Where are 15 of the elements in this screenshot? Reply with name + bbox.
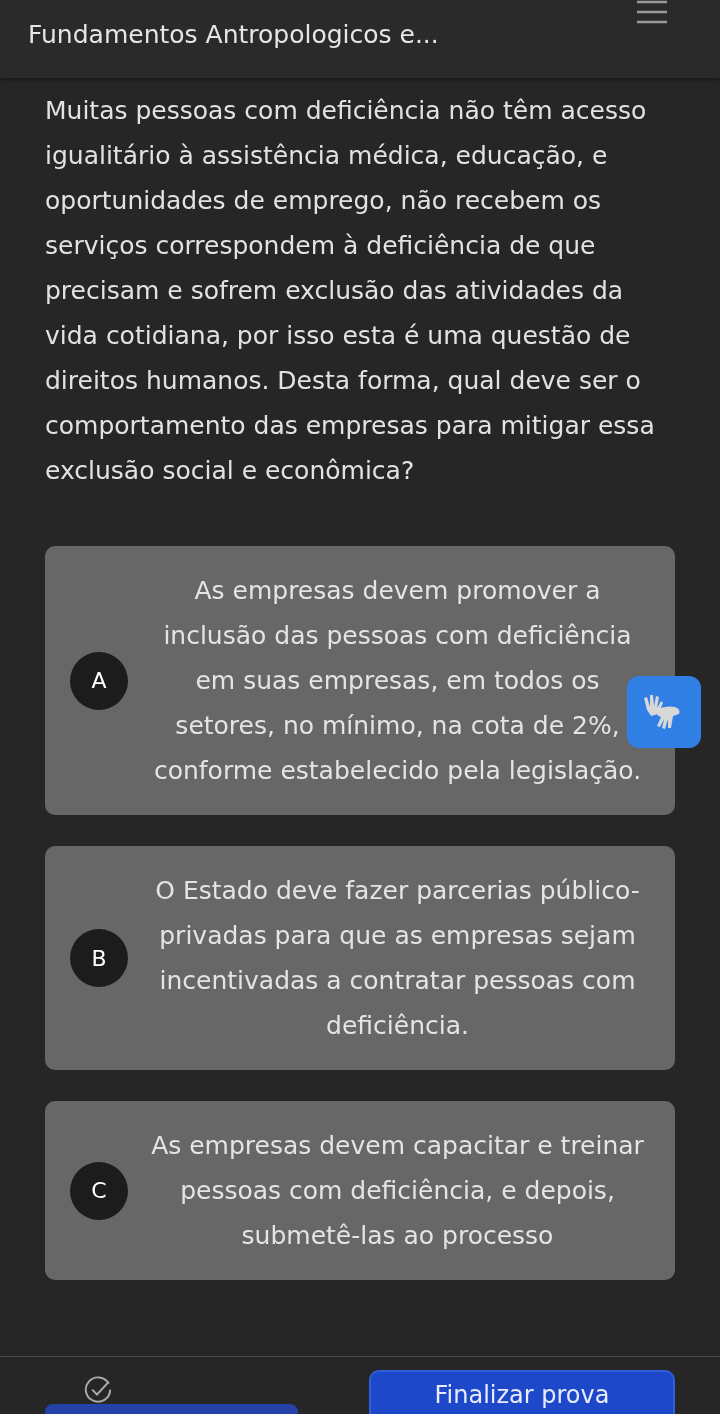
answer-option[interactable]: B O Estado deve fazer parcerias público-privadas para que as empresas sejam incentivadas a contratar pessoas com deficiência. [45, 846, 675, 1070]
answer-option[interactable]: C As empresas devem capacitar e treinar pessoas com deficiência, e depois, submetê-las ao processo [45, 1101, 675, 1280]
check-circle-icon [83, 1375, 113, 1405]
question-text: Muitas pessoas com deficiência não têm acesso igualitário à assistência médica, educação, e oportunidades de emprego, não recebem os serviços correspondem à deficiência de que precisam e sofrem exclusão das atividades da vida cotidiana, por isso esta é uma questão de direitos humanos. Desta forma, qual deve ser o comportamento das empresas para mitigar essa exclusão social e econômica? [45, 95, 656, 487]
finish-button[interactable]: Finalizar prova [369, 1370, 675, 1414]
option-letter: A [70, 651, 128, 710]
option-text: As empresas devem promover a inclusão das pessoas com deficiência em suas empresas, em todos os setores, no mínimo, na cota de 2%, conforme estabelecido pela legislação. [152, 575, 643, 787]
answer-option[interactable]: A As empresas devem promover a inclusão das pessoas com deficiência em suas empresas, em todos os setores, no mínimo, na cota de 2%, conforme estabelecido pela legislação. [45, 546, 675, 815]
option-text: As empresas devem capacitar e treinar pessoas com deficiência, e depois, submetê-las ao processo [150, 1130, 645, 1252]
sign-language-button[interactable] [627, 676, 701, 748]
menu-icon[interactable] [636, 0, 668, 24]
option-letter: B [70, 929, 128, 987]
option-letter: C [70, 1161, 128, 1220]
course-title: Fundamentos Antropologicos e... [28, 20, 439, 49]
option-text: O Estado deve fazer parcerias público-privadas para que as empresas sejam incentivadas a contratar pessoas com deficiência. [154, 875, 641, 1042]
